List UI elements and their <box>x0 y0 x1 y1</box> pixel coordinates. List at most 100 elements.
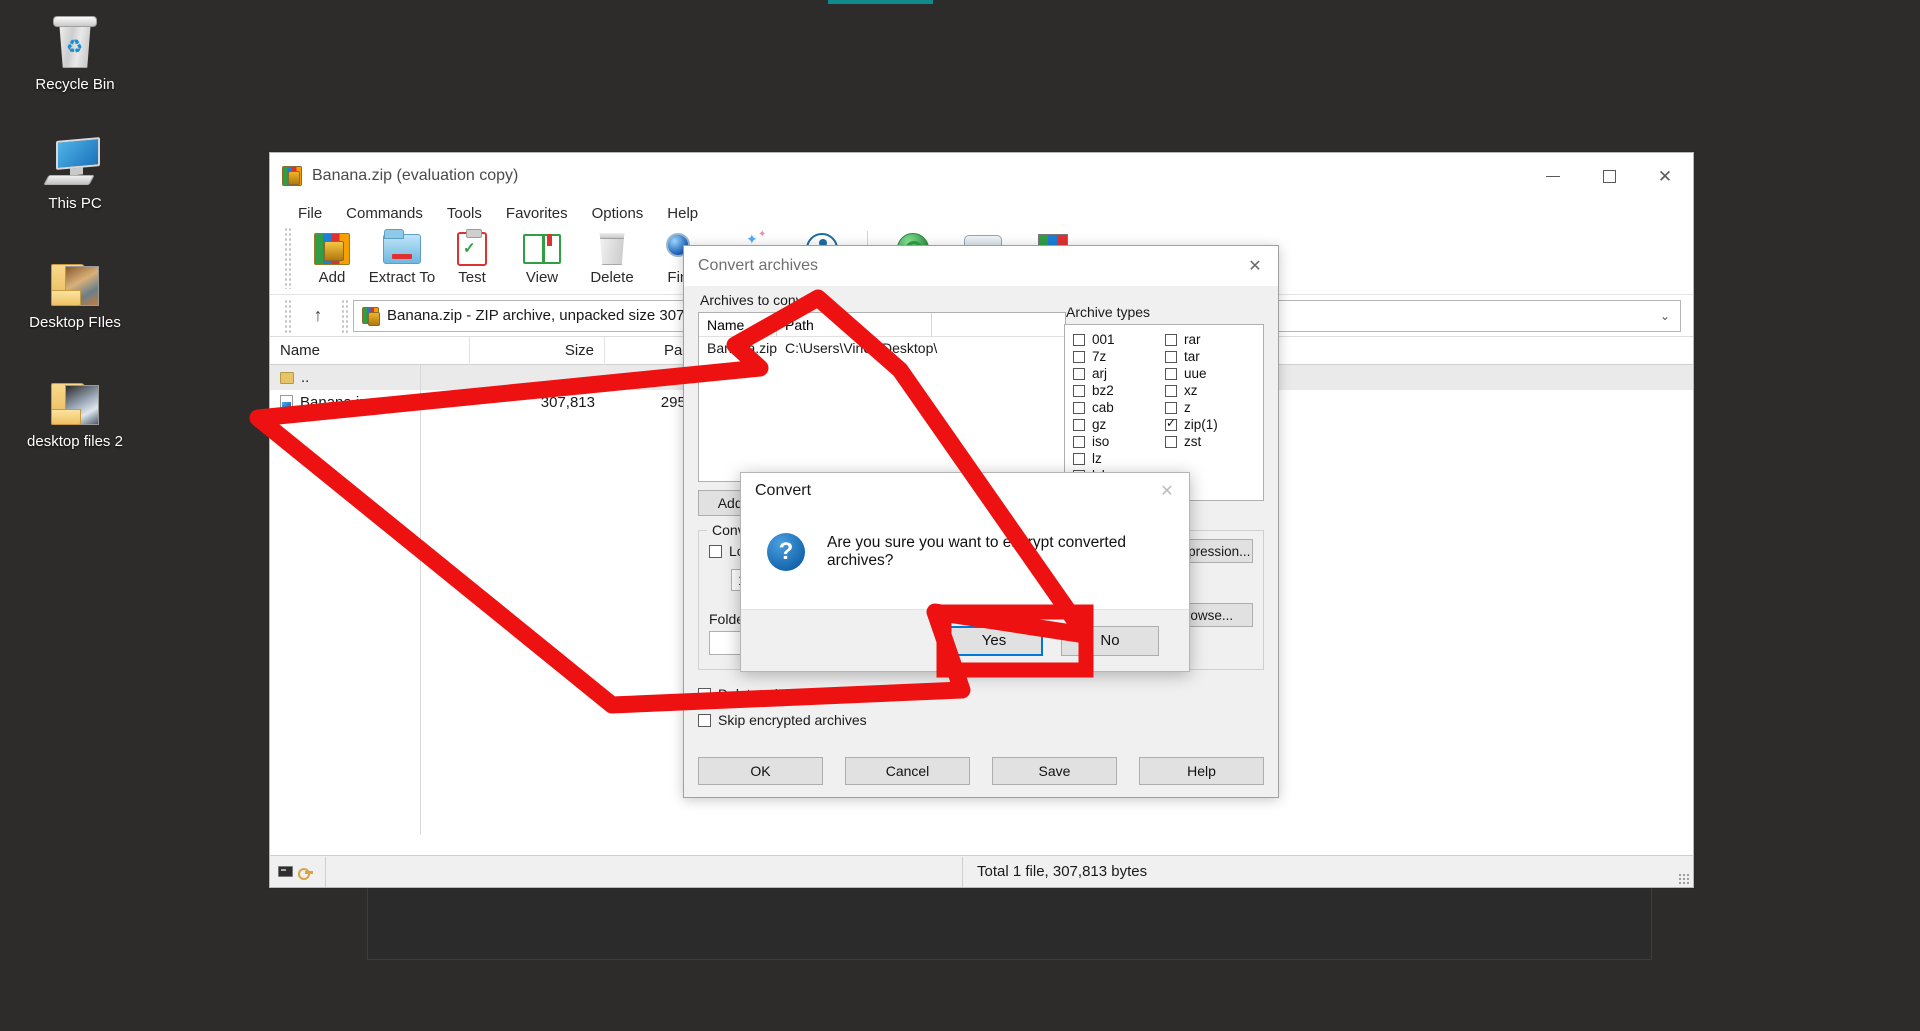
toolbar-button-extract-to[interactable]: Extract To <box>367 227 437 286</box>
table-row[interactable]: Banana.zip C:\Users\Vince\Desktop\ <box>699 337 1065 359</box>
type-checkbox-7z[interactable]: 7z <box>1073 348 1165 365</box>
type-checkbox-lz[interactable]: lz <box>1073 450 1165 467</box>
type-checkbox-cab[interactable]: cab <box>1073 399 1165 416</box>
close-icon: ✕ <box>1658 168 1672 185</box>
menu-item-file[interactable]: File <box>286 203 334 224</box>
question-icon: ? <box>767 533 805 571</box>
desktop-icon-label: desktop files 2 <box>0 433 150 450</box>
status-icons[interactable] <box>270 857 326 887</box>
checkbox-box[interactable] <box>1165 368 1177 380</box>
menu-item-help[interactable]: Help <box>655 203 710 224</box>
checkbox-box[interactable] <box>1073 436 1085 448</box>
menu-item-tools[interactable]: Tools <box>435 203 494 224</box>
resize-grip[interactable] <box>1678 873 1690 885</box>
type-label: zst <box>1184 434 1201 449</box>
checkbox-box[interactable] <box>1073 419 1085 431</box>
message-box-title: Convert <box>741 473 1189 509</box>
checkbox-box[interactable] <box>1165 334 1177 346</box>
maximize-button[interactable] <box>1581 153 1637 199</box>
help-button[interactable]: Help <box>1139 757 1264 785</box>
top-accent-bar <box>828 0 933 4</box>
winrar-title-bar[interactable]: Banana.zip (evaluation copy) <box>270 153 1693 199</box>
type-checkbox-zst[interactable]: zst <box>1165 433 1257 450</box>
column-header-blank[interactable] <box>932 313 1065 337</box>
type-checkbox-bz2[interactable]: bz2 <box>1073 382 1165 399</box>
type-checkbox-uue[interactable]: uue <box>1165 365 1257 382</box>
convert-dialog-close-button[interactable]: ✕ <box>1232 246 1278 286</box>
winrar-app-icon <box>282 166 302 186</box>
checkbox-box[interactable] <box>1073 351 1085 363</box>
type-checkbox-gz[interactable]: gz <box>1073 416 1165 433</box>
menu-item-options[interactable]: Options <box>580 203 656 224</box>
checkbox-box[interactable] <box>1073 368 1085 380</box>
checkbox-box[interactable] <box>709 545 722 558</box>
column-header-name[interactable]: Name <box>270 337 470 365</box>
yes-button[interactable]: Yes <box>945 626 1043 656</box>
type-checkbox-arj[interactable]: arj <box>1073 365 1165 382</box>
desktop-icon-desktop-files[interactable]: Desktop FIles <box>0 246 150 331</box>
column-header-path[interactable]: Path <box>777 313 932 337</box>
archive-icon <box>362 307 379 324</box>
toolbar-label: Delete <box>577 269 647 286</box>
checkbox-box[interactable] <box>698 688 711 701</box>
checkbox-box[interactable] <box>1073 334 1085 346</box>
save-button[interactable]: Save <box>992 757 1117 785</box>
skip-encrypted-archives-checkbox[interactable]: Skip encrypted archives <box>698 710 1264 730</box>
checkbox-box[interactable] <box>1165 436 1177 448</box>
parent-folder-icon <box>280 372 294 384</box>
archives-list-header[interactable]: Name Path <box>699 313 1065 337</box>
column-header-name[interactable]: Name <box>699 313 777 337</box>
cancel-button[interactable]: Cancel <box>845 757 970 785</box>
archives-to-convert-list[interactable]: Name Path Banana.zip C:\Users\Vince\Desk… <box>698 312 1066 482</box>
checkbox-box[interactable] <box>698 714 711 727</box>
checkbox-box[interactable] <box>1073 453 1085 465</box>
convert-dialog-buttons[interactable]: OK Cancel Save Help <box>698 757 1264 785</box>
type-checkbox-z[interactable]: z <box>1165 399 1257 416</box>
menu-item-favorites[interactable]: Favorites <box>494 203 580 224</box>
close-button[interactable]: ✕ <box>1637 153 1693 199</box>
delete-original-archives-checkbox[interactable]: Delete original archives <box>698 684 1264 704</box>
toolbar-button-add[interactable]: Add <box>297 227 367 286</box>
window-controls[interactable]: ✕ <box>1525 153 1693 199</box>
winrar-menu-bar[interactable]: File Commands Tools Favorites Options He… <box>270 199 1693 227</box>
up-one-level-button[interactable]: ↑ <box>299 299 337 333</box>
key-icon <box>298 866 313 878</box>
message-box-buttons[interactable]: Yes No <box>741 609 1189 671</box>
ok-button[interactable]: OK <box>698 757 823 785</box>
checkbox-box[interactable] <box>1073 402 1085 414</box>
toolbar-button-test[interactable]: Test <box>437 227 507 286</box>
folder-pictures-icon <box>0 246 150 308</box>
checkbox-box[interactable] <box>1073 385 1085 397</box>
no-button[interactable]: No <box>1061 626 1159 656</box>
toolbar-grip[interactable] <box>284 227 291 289</box>
desktop-icon-desktop-files-2[interactable]: desktop files 2 <box>0 365 150 450</box>
type-checkbox-rar[interactable]: rar <box>1165 331 1257 348</box>
toolbar-button-delete[interactable]: Delete <box>577 227 647 286</box>
archive-types-label: Archive types <box>1066 304 1264 320</box>
checkbox-box[interactable] <box>1165 402 1177 414</box>
menu-item-commands[interactable]: Commands <box>334 203 435 224</box>
desktop-icon-this-pc[interactable]: This PC <box>0 127 150 212</box>
checkbox-box[interactable] <box>1165 385 1177 397</box>
checkbox-box[interactable] <box>1165 419 1177 431</box>
type-label: rar <box>1184 332 1201 347</box>
winrar-status-bar: Total 1 file, 307,813 bytes <box>270 855 1693 887</box>
archive-path-cell: C:\Users\Vince\Desktop\ <box>777 340 1065 356</box>
type-label: 001 <box>1092 332 1115 347</box>
column-header-size[interactable]: Size <box>470 337 605 365</box>
minimize-button[interactable] <box>1525 153 1581 199</box>
chevron-down-icon[interactable]: ⌄ <box>1660 309 1670 323</box>
type-checkbox-001[interactable]: 001 <box>1073 331 1165 348</box>
checkbox-box[interactable] <box>1165 351 1177 363</box>
type-checkbox-iso[interactable]: iso <box>1073 433 1165 450</box>
message-box-close-button[interactable]: ✕ <box>1145 473 1189 509</box>
path-bar-grip-2[interactable] <box>341 299 349 333</box>
type-checkbox-zip[interactable]: zip(1) <box>1165 416 1257 433</box>
type-checkbox-tar[interactable]: tar <box>1165 348 1257 365</box>
desktop-icon-recycle-bin[interactable]: ♻ Recycle Bin <box>0 8 150 93</box>
type-label: cab <box>1092 400 1114 415</box>
convert-confirmation-dialog[interactable]: Convert ✕ ? Are you sure you want to enc… <box>740 472 1190 672</box>
path-bar-grip[interactable] <box>284 299 291 333</box>
toolbar-button-view[interactable]: View <box>507 227 577 286</box>
type-checkbox-xz[interactable]: xz <box>1165 382 1257 399</box>
